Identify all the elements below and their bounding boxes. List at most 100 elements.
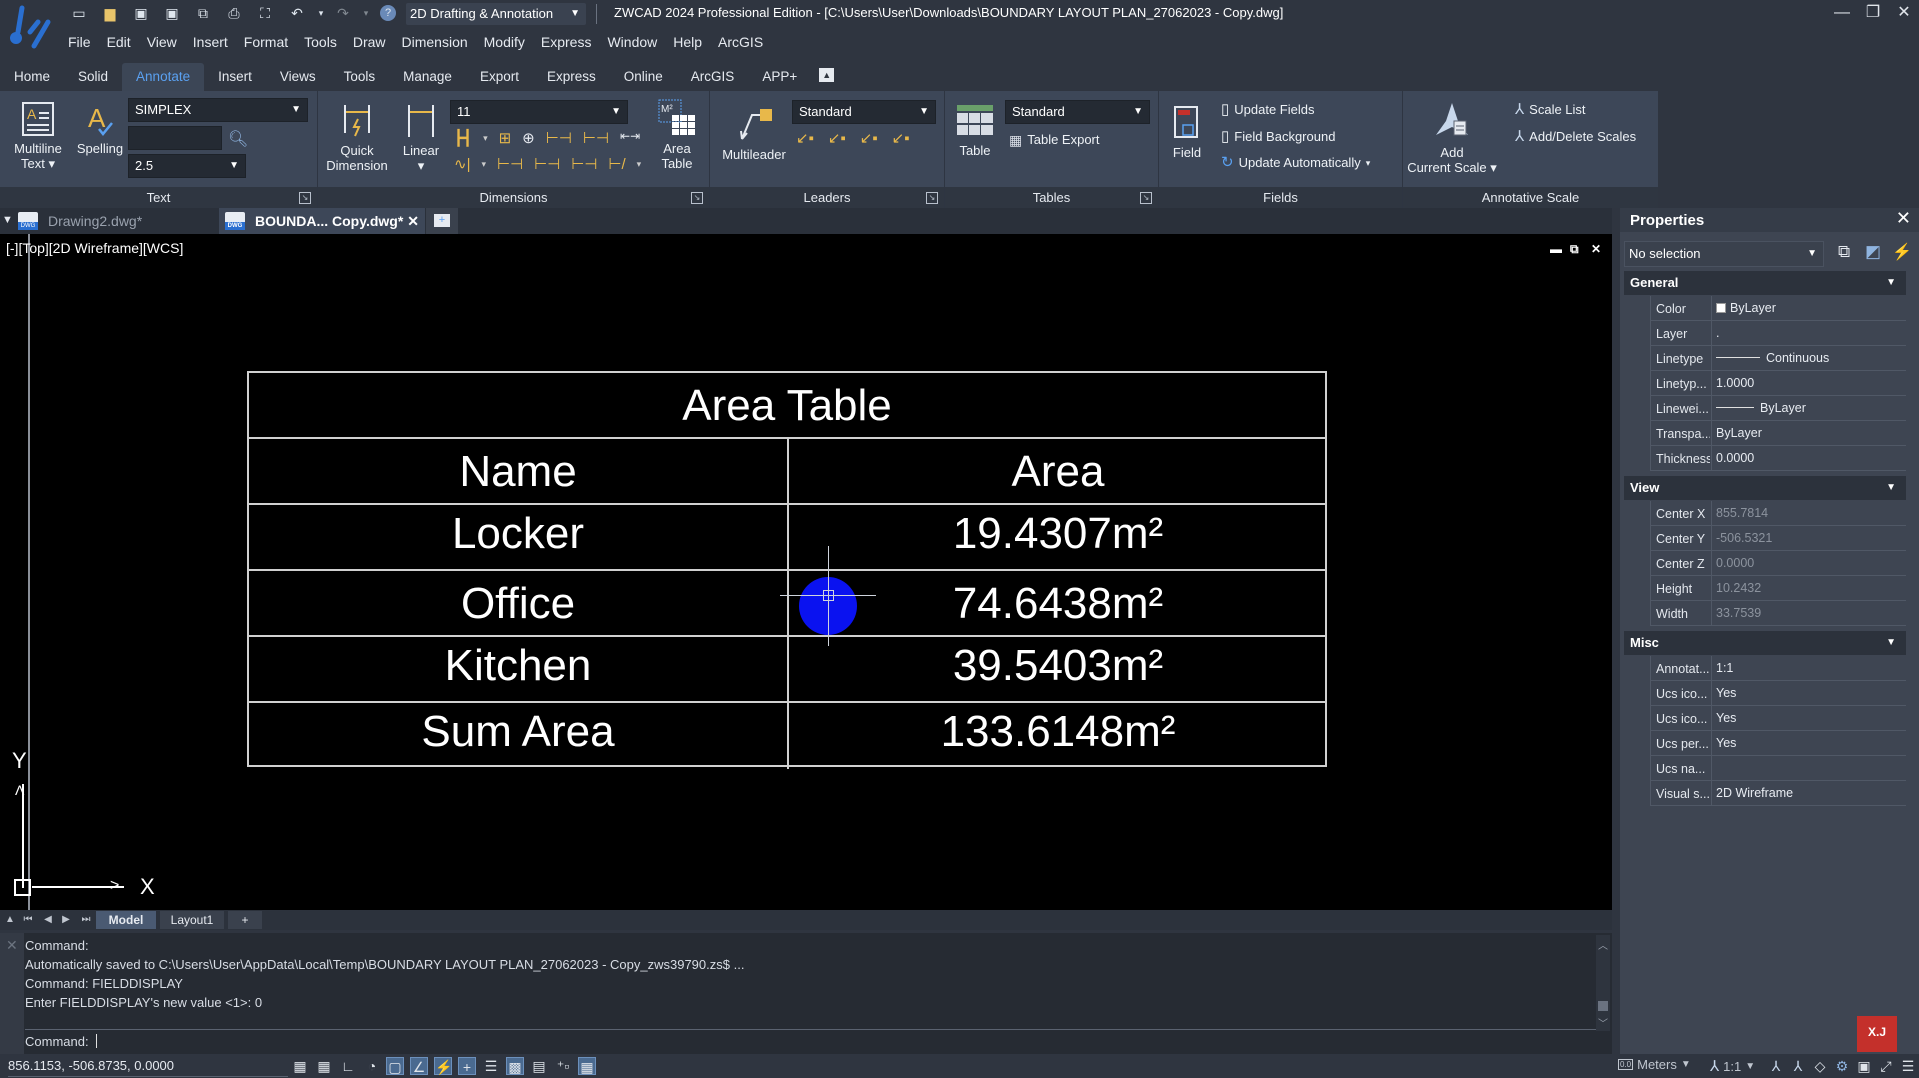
tab-app-plus[interactable]: APP+ (748, 63, 811, 91)
redo-dropdown-icon[interactable]: ▾ (357, 4, 375, 22)
prop-row-center-z[interactable]: Center Z 0.0000 (1650, 551, 1906, 576)
scroll-thumb[interactable] (1598, 1001, 1608, 1011)
tab-manage[interactable]: Manage (389, 63, 466, 91)
update-automatically-button[interactable]: ↻ Update Automatically ▾ (1221, 152, 1370, 174)
section-misc[interactable]: Misc ▼ (1624, 631, 1906, 655)
find-text-input[interactable] (128, 126, 222, 150)
menu-view[interactable]: View (139, 30, 185, 54)
oblique-icon[interactable]: ⊢/ (608, 155, 625, 173)
prop-row-lineweight[interactable]: Linewei... ByLayer (1650, 396, 1906, 421)
close-window-button[interactable]: ✕ (1889, 2, 1919, 24)
menu-arcgis[interactable]: ArcGIS (710, 30, 771, 54)
menu-express[interactable]: Express (533, 30, 600, 54)
next-layout-icon[interactable]: ▶ (58, 911, 74, 929)
ortho-icon[interactable]: ∟ (339, 1057, 357, 1075)
tab-insert[interactable]: Insert (204, 63, 266, 91)
prop-row-layer[interactable]: Layer. (1650, 321, 1906, 346)
prop-row-visual-style[interactable]: Visual s... 2D Wireframe (1650, 781, 1906, 806)
minimize-button[interactable]: — (1827, 2, 1857, 24)
selection-cycling-icon[interactable]: ⁺▫ (554, 1057, 572, 1075)
clean-screen-icon[interactable]: ⤢ (1877, 1057, 1895, 1075)
grid-icon[interactable]: ▦ (291, 1057, 309, 1075)
annotation-visibility-icon[interactable]: ⅄ (1767, 1057, 1785, 1075)
prop-row-center-x[interactable]: Center X 855.7814 (1650, 501, 1906, 526)
auto-scale-icon[interactable]: ⅄ (1789, 1057, 1807, 1075)
save-icon[interactable]: ▣ (132, 4, 150, 22)
center-mark-icon[interactable]: ⊕ (522, 129, 535, 147)
align-leaders-icon[interactable]: ↙▪ (860, 129, 878, 147)
menu-draw[interactable]: Draw (345, 30, 394, 54)
tab-arcgis[interactable]: ArcGIS (677, 63, 749, 91)
zoom-extents-icon[interactable]: ⛶ (256, 4, 274, 22)
select-objects-icon[interactable]: ◩ (1865, 242, 1881, 262)
viewport-minimize-button[interactable]: ▬ (1550, 242, 1562, 256)
chevron-down-icon[interactable]: ▾ (637, 155, 642, 173)
jog-line-icon[interactable]: ∿| (454, 155, 470, 173)
menu-insert[interactable]: Insert (185, 30, 236, 54)
command-scrollbar[interactable]: ︿ ﹀ (1596, 935, 1610, 1031)
annotation-monitor-icon[interactable]: ▦ (578, 1057, 596, 1075)
prev-layout-icon[interactable]: ◀ (40, 911, 56, 929)
selection-select[interactable]: No selection ▼ (1624, 241, 1824, 267)
menu-format[interactable]: Format (236, 30, 296, 54)
table-export-button[interactable]: ▦ Table Export (1009, 129, 1100, 151)
text-height-select[interactable]: 2.5 ▼ (128, 154, 246, 178)
tab-views[interactable]: Views (266, 63, 330, 91)
area-table[interactable]: Area Table Name Area Locker 19.4307m² Of… (247, 371, 1327, 769)
field-button[interactable]: Field (1167, 105, 1207, 160)
prop-row-ucs-name[interactable]: Ucs na... (1650, 756, 1906, 781)
redo-icon[interactable]: ↷ (334, 4, 352, 22)
linear-dimension-button[interactable]: Linear ▾ (398, 103, 444, 173)
close-command-icon[interactable]: ✕ (6, 937, 18, 954)
save-as-icon[interactable]: ▣ (163, 4, 181, 22)
chevron-down-icon[interactable]: ▾ (483, 129, 488, 147)
find-replace-icon[interactable]: 🔍︎ (228, 129, 248, 149)
chevron-down-icon[interactable]: ▼ (919, 101, 929, 123)
section-view[interactable]: View ▼ (1624, 476, 1906, 500)
tab-home[interactable]: Home (0, 63, 64, 91)
doc-tab-drawing2[interactable]: Drawing2.dwg* (12, 208, 212, 234)
quick-dimension-button[interactable]: Quick Dimension (324, 103, 390, 173)
prop-row-linetype-scale[interactable]: Linetyp... 1.0000 (1650, 371, 1906, 396)
undo-dropdown-icon[interactable]: ▾ (312, 4, 330, 22)
menu-tools[interactable]: Tools (296, 30, 345, 54)
spelling-button[interactable]: A Spelling (74, 105, 126, 156)
tab-annotate[interactable]: Annotate (122, 63, 205, 91)
close-properties-button[interactable]: ✕ (1896, 208, 1911, 229)
add-current-scale-button[interactable]: Add Current Scale ▾ (1407, 101, 1497, 175)
scroll-up-icon[interactable]: ︿ (1598, 937, 1608, 952)
prop-row-color[interactable]: Color ByLayer (1650, 296, 1906, 321)
units-select[interactable]: 0.0 Meters ▼ (1618, 1057, 1691, 1072)
table-settings-launcher[interactable]: ↘ (1140, 192, 1152, 204)
prop-row-annotation-scale[interactable]: Annotat... 1:1 (1650, 656, 1906, 681)
area-table-button[interactable]: M² Area Table (651, 99, 703, 171)
dimension-space-icon[interactable]: ⊢⊣ (497, 155, 523, 173)
section-general[interactable]: General ▼ (1624, 271, 1906, 295)
publish-icon[interactable]: ⧉ (194, 4, 212, 22)
menu-modify[interactable]: Modify (476, 30, 533, 54)
table-style-select[interactable]: Standard ▼ (1005, 100, 1150, 124)
add-layout-button[interactable]: + (228, 911, 262, 929)
settings-gear-icon[interactable]: ⚙ (1833, 1057, 1851, 1075)
update-fields-button[interactable]: ▯ Update Fields (1221, 99, 1314, 121)
layout-menu-icon[interactable]: ▲ (2, 911, 18, 929)
add-delete-scales-button[interactable]: ⅄ Add/Delete Scales (1515, 126, 1636, 148)
prop-row-ucs-per-viewport[interactable]: Ucs per... Yes (1650, 731, 1906, 756)
multileader-style-select[interactable]: Standard ▼ (792, 100, 936, 124)
prop-row-height[interactable]: Height 10.2432 (1650, 576, 1906, 601)
menu-window[interactable]: Window (599, 30, 665, 54)
tab-tools[interactable]: Tools (330, 63, 390, 91)
viewport-controls[interactable]: [-][Top][2D Wireframe][WCS] (6, 240, 183, 256)
collect-leaders-icon[interactable]: ↙▪ (892, 129, 910, 147)
drawing-canvas[interactable]: [-][Top][2D Wireframe][WCS] ▬ ⧉ ✕ Area T… (0, 234, 1612, 910)
prop-row-width[interactable]: Width 33.7539 (1650, 601, 1906, 626)
text-settings-launcher[interactable]: ↘ (299, 192, 311, 204)
quick-select-icon[interactable]: ⚡ (1892, 242, 1912, 262)
osnap-icon[interactable]: ▢ (386, 1057, 404, 1075)
prop-row-linetype[interactable]: Linetype Continuous (1650, 346, 1906, 371)
menu-dimension[interactable]: Dimension (394, 30, 476, 54)
baseline-dimension-icon[interactable]: ┣┫ (454, 129, 472, 147)
command-input[interactable]: Command: (25, 1034, 98, 1049)
doc-tab-boundary[interactable]: BOUNDA... Copy.dwg* ✕ (219, 208, 425, 234)
menu-file[interactable]: File (60, 30, 99, 54)
